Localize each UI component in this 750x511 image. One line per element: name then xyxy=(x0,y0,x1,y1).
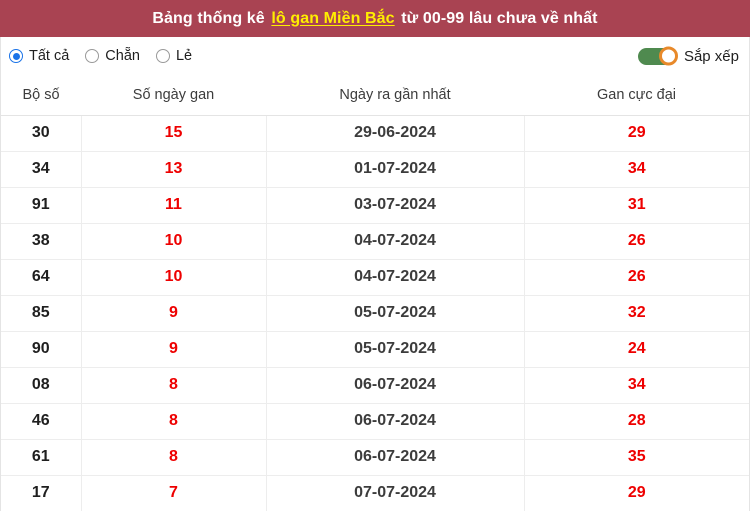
table-row[interactable]: 85 9 05-07-2024 32 xyxy=(1,295,749,332)
column-header-ngay-ra-gan-nhat[interactable]: Ngày ra gần nhất xyxy=(266,75,524,116)
page-title-banner: Bảng thống kê lô gan Miền Bắc từ 00-99 l… xyxy=(0,0,750,37)
cell-ngay-ra-gan-nhat: 05-07-2024 xyxy=(266,295,525,332)
table-row[interactable]: 34 13 01-07-2024 34 xyxy=(1,151,749,188)
lottery-stats-page: Bảng thống kê lô gan Miền Bắc từ 00-99 l… xyxy=(0,0,750,511)
cell-so-ngay-gan: 8 xyxy=(81,367,267,404)
cell-bo-so: 91 xyxy=(1,187,82,224)
radio-icon-chan[interactable] xyxy=(85,49,100,63)
gan-statistics-table: Bộ số Số ngày gan Ngày ra gần nhất Gan c… xyxy=(1,75,749,511)
sort-toggle-knob xyxy=(658,46,678,66)
cell-so-ngay-gan: 9 xyxy=(81,331,267,368)
filter-label-tat-ca: Tất cả xyxy=(29,48,70,64)
cell-gan-cuc-dai: 24 xyxy=(524,331,749,368)
table-row[interactable]: 08 8 06-07-2024 34 xyxy=(1,367,749,404)
filter-label-le: Lẻ xyxy=(175,48,193,64)
cell-so-ngay-gan: 10 xyxy=(81,223,267,260)
table-row[interactable]: 38 10 04-07-2024 26 xyxy=(1,223,749,260)
table-row[interactable]: 90 9 05-07-2024 24 xyxy=(1,331,749,368)
cell-so-ngay-gan: 7 xyxy=(81,475,267,511)
table-body: 30 15 29-06-2024 29 34 13 01-07-2024 34 91 11 03-0… xyxy=(1,115,749,511)
cell-ngay-ra-gan-nhat: 05-07-2024 xyxy=(266,331,525,368)
lo-gan-mien-bac-link[interactable]: lô gan Miền Bắc xyxy=(271,10,394,28)
cell-bo-so: 30 xyxy=(1,115,82,152)
radio-icon-tat-ca[interactable] xyxy=(9,49,23,63)
sort-toggle-control[interactable]: Sắp xếp xyxy=(637,46,739,66)
sort-toggle-label: Sắp xếp xyxy=(683,47,739,65)
banner-text-before: Bảng thống kê xyxy=(152,9,265,27)
filter-option-chan[interactable]: Chẵn xyxy=(85,48,140,64)
cell-bo-so: 17 xyxy=(1,475,82,511)
gan-table-container: Bộ số Số ngày gan Ngày ra gần nhất Gan c… xyxy=(0,75,750,511)
cell-ngay-ra-gan-nhat: 07-07-2024 xyxy=(266,475,525,511)
cell-so-ngay-gan: 15 xyxy=(81,115,267,152)
cell-gan-cuc-dai: 31 xyxy=(524,187,749,224)
cell-so-ngay-gan: 8 xyxy=(81,403,267,440)
cell-ngay-ra-gan-nhat: 06-07-2024 xyxy=(266,439,525,476)
cell-bo-so: 64 xyxy=(1,259,82,296)
cell-ngay-ra-gan-nhat: 06-07-2024 xyxy=(266,367,525,404)
table-row[interactable]: 30 15 29-06-2024 29 xyxy=(1,115,749,152)
cell-gan-cuc-dai: 35 xyxy=(524,439,749,476)
cell-so-ngay-gan: 9 xyxy=(81,295,267,332)
cell-ngay-ra-gan-nhat: 01-07-2024 xyxy=(266,151,525,188)
table-row[interactable]: 64 10 04-07-2024 26 xyxy=(1,259,749,296)
table-header: Bộ số Số ngày gan Ngày ra gần nhất Gan c… xyxy=(1,75,749,116)
cell-bo-so: 34 xyxy=(1,151,82,188)
cell-gan-cuc-dai: 28 xyxy=(524,403,749,440)
column-header-so-ngay-gan[interactable]: Số ngày gan xyxy=(81,75,266,116)
filter-option-le[interactable]: Lẻ xyxy=(155,48,193,64)
cell-ngay-ra-gan-nhat: 04-07-2024 xyxy=(266,259,525,296)
cell-bo-so: 38 xyxy=(1,223,82,260)
cell-so-ngay-gan: 10 xyxy=(81,259,267,296)
sort-toggle-switch[interactable] xyxy=(637,46,678,66)
parity-filter-group: Tất cả Chẵn Lẻ xyxy=(9,48,192,64)
cell-so-ngay-gan: 13 xyxy=(81,151,267,188)
cell-bo-so: 08 xyxy=(1,367,82,404)
cell-so-ngay-gan: 8 xyxy=(81,439,267,476)
column-header-gan-cuc-dai[interactable]: Gan cực đại xyxy=(524,75,749,116)
filter-label-chan: Chẵn xyxy=(105,48,140,64)
column-header-bo-so[interactable]: Bộ số xyxy=(1,75,81,116)
cell-bo-so: 46 xyxy=(1,403,82,440)
cell-bo-so: 61 xyxy=(1,439,82,476)
cell-gan-cuc-dai: 34 xyxy=(524,151,749,188)
cell-gan-cuc-dai: 26 xyxy=(524,259,749,296)
radio-icon-le[interactable] xyxy=(155,49,170,63)
cell-gan-cuc-dai: 29 xyxy=(627,484,646,502)
cell-ngay-ra-gan-nhat: 03-07-2024 xyxy=(266,187,525,224)
cell-bo-so: 85 xyxy=(1,295,82,332)
filter-controls-bar: Tất cả Chẵn Lẻ Sắp xếp xyxy=(0,37,750,75)
cell-gan-cuc-dai: 34 xyxy=(524,367,749,404)
cell-ngay-ra-gan-nhat: 06-07-2024 xyxy=(266,403,525,440)
cell-gan-cuc-dai: 26 xyxy=(524,223,749,260)
cell-ngay-ra-gan-nhat: 29-06-2024 xyxy=(266,115,525,152)
banner-text-after: từ 00-99 lâu chưa về nhất xyxy=(401,9,598,27)
cell-ngay-ra-gan-nhat: 04-07-2024 xyxy=(266,223,525,260)
table-row[interactable]: 91 11 03-07-2024 31 xyxy=(1,187,749,224)
cell-so-ngay-gan: 11 xyxy=(81,187,267,224)
cell-gan-cuc-dai: 29 xyxy=(524,115,749,152)
cell-bo-so: 90 xyxy=(1,331,82,368)
cell-gan-cuc-dai: 32 xyxy=(524,295,749,332)
table-row[interactable]: 17 7 07-07-2024 29 xyxy=(1,475,749,511)
table-row[interactable]: 61 8 06-07-2024 35 xyxy=(1,439,749,476)
filter-option-tat-ca[interactable]: Tất cả xyxy=(9,48,69,64)
table-row[interactable]: 46 8 06-07-2024 28 xyxy=(1,403,749,440)
table-header-row: Bộ số Số ngày gan Ngày ra gần nhất Gan c… xyxy=(1,75,749,116)
